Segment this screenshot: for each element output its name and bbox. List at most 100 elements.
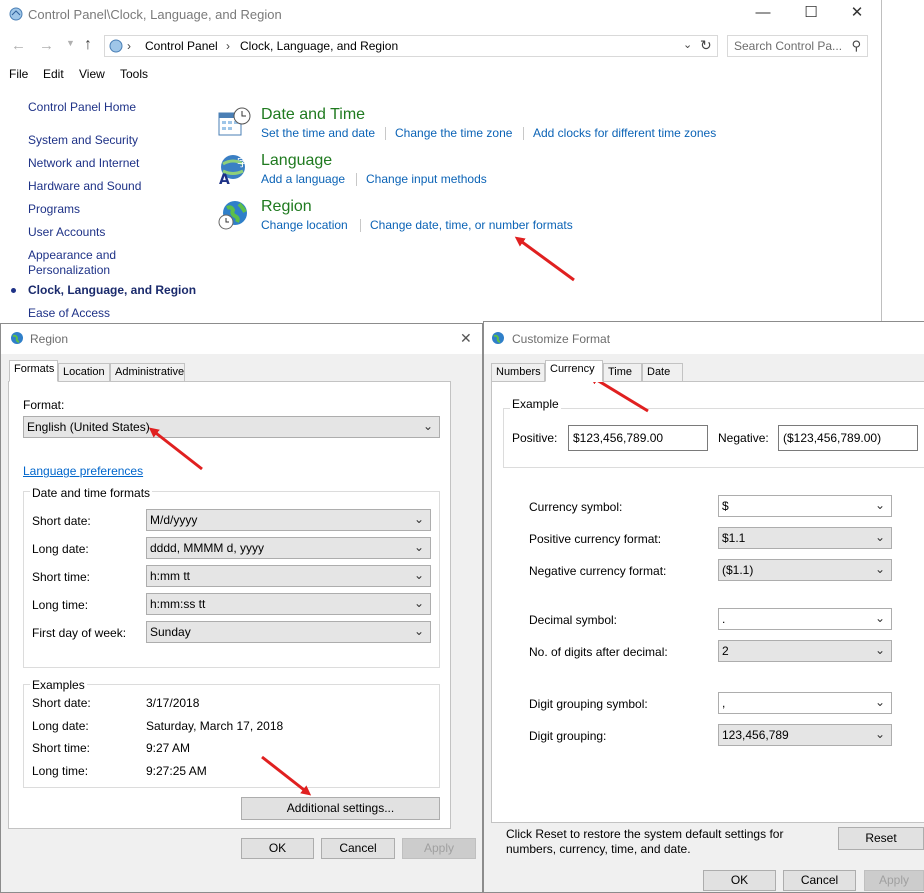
tab-time[interactable]: Time xyxy=(603,363,642,382)
sidebar-item-network[interactable]: Network and Internet xyxy=(28,156,139,170)
sidebar-item-system-security[interactable]: System and Security xyxy=(28,133,138,147)
link-add-clocks[interactable]: Add clocks for different time zones xyxy=(533,126,716,140)
control-panel-icon xyxy=(9,7,23,24)
customize-apply-button: Apply xyxy=(864,870,924,891)
tab-numbers-label: Numbers xyxy=(496,366,541,378)
sidebar-item-programs[interactable]: Programs xyxy=(28,202,80,216)
forward-arrow-icon[interactable]: → xyxy=(39,37,54,54)
region-titlebar xyxy=(1,324,482,354)
region-apply-button: Apply xyxy=(402,838,476,859)
example-row-label: Long date: xyxy=(32,719,89,733)
tab-administrative[interactable]: Administrative xyxy=(110,363,185,382)
link-change-formats[interactable]: Change date, time, or number formats xyxy=(370,218,573,232)
currency-setting-value: . xyxy=(722,612,726,626)
up-arrow-icon[interactable]: ↑ xyxy=(84,36,92,54)
tab-location[interactable]: Location xyxy=(58,363,110,382)
sidebar-item-clock-language-region[interactable]: Clock, Language, and Region xyxy=(28,283,196,297)
datetime-format-value: M/d/yyyy xyxy=(150,513,198,527)
currency-setting-select[interactable]: 123,456,789 ⌄ xyxy=(718,724,892,746)
tab-formats[interactable]: Formats xyxy=(9,360,58,382)
menu-view[interactable]: View xyxy=(79,67,105,81)
sidebar-item-user-accounts[interactable]: User Accounts xyxy=(28,225,105,239)
customize-title-icon xyxy=(491,331,505,348)
tab-formats-label: Formats xyxy=(14,363,55,375)
svg-text:A: A xyxy=(219,172,230,186)
search-icon[interactable]: ⚲ xyxy=(851,38,861,54)
customize-ok-button[interactable]: OK xyxy=(703,870,776,891)
datetime-format-select[interactable]: h:mm:ss tt ⌄ xyxy=(146,593,431,615)
chevron-down-icon: ⌄ xyxy=(413,540,424,554)
currency-setting-select[interactable]: 2 ⌄ xyxy=(718,640,892,662)
currency-setting-value: $1.1 xyxy=(722,531,746,545)
link-add-language[interactable]: Add a language xyxy=(261,172,345,186)
negative-label: Negative: xyxy=(718,431,769,445)
sidebar-item-personalization[interactable]: Personalization xyxy=(28,263,110,277)
link-change-location[interactable]: Change location xyxy=(261,218,348,232)
search-input[interactable]: Search Control Pa... ⚲ xyxy=(727,35,868,57)
tab-currency[interactable]: Currency xyxy=(545,360,603,382)
positive-label: Positive: xyxy=(512,431,558,445)
link-change-input-methods[interactable]: Change input methods xyxy=(366,172,487,186)
address-dropdown-icon[interactable]: ⌄ xyxy=(683,38,692,51)
currency-setting-select[interactable]: $ ⌄ xyxy=(718,495,892,517)
link-change-time-zone[interactable]: Change the time zone xyxy=(395,126,512,140)
recent-chevron-icon[interactable]: ▼ xyxy=(66,38,75,48)
currency-row-label: No. of digits after decimal: xyxy=(529,645,668,659)
currency-row-label: Currency symbol: xyxy=(529,500,623,514)
region-ok-button[interactable]: OK xyxy=(241,838,314,859)
additional-settings-button[interactable]: Additional settings... xyxy=(241,797,440,820)
tab-date[interactable]: Date xyxy=(642,363,683,382)
datetime-row-label: Short time: xyxy=(32,570,91,584)
negative-example-field: ($123,456,789.00) xyxy=(778,425,918,451)
datetime-format-select[interactable]: Sunday ⌄ xyxy=(146,621,431,643)
address-bar[interactable]: › Control Panel › Clock, Language, and R… xyxy=(104,35,718,57)
currency-setting-value: ($1.1) xyxy=(722,563,754,577)
category-title-region[interactable]: Region xyxy=(261,198,312,216)
tab-numbers[interactable]: Numbers xyxy=(491,363,545,382)
back-arrow-icon[interactable]: ← xyxy=(11,37,26,54)
currency-row-label: Digit grouping symbol: xyxy=(529,697,648,711)
link-separator xyxy=(385,127,386,140)
breadcrumb-control-panel[interactable]: Control Panel xyxy=(145,39,218,53)
currency-setting-select[interactable]: . ⌄ xyxy=(718,608,892,630)
close-icon[interactable]: ✕ xyxy=(834,3,880,21)
address-cp-icon xyxy=(109,39,123,56)
region-dialog: Region ✕ Formats Location Administrative… xyxy=(0,323,483,893)
sidebar-item-ease-of-access[interactable]: Ease of Access xyxy=(28,306,110,320)
currency-setting-select[interactable]: , ⌄ xyxy=(718,692,892,714)
currency-setting-select[interactable]: $1.1 ⌄ xyxy=(718,527,892,549)
sidebar-item-appearance[interactable]: Appearance and xyxy=(28,248,116,262)
breadcrumb-clock-language-region[interactable]: Clock, Language, and Region xyxy=(240,39,398,53)
menu-edit[interactable]: Edit xyxy=(43,67,64,81)
region-globe-icon xyxy=(217,198,251,235)
datetime-format-select[interactable]: dddd, MMMM d, yyyy ⌄ xyxy=(146,537,431,559)
svg-text:字: 字 xyxy=(237,155,248,169)
customize-cancel-button[interactable]: Cancel xyxy=(783,870,856,891)
region-title-icon xyxy=(10,331,24,348)
maximize-icon[interactable]: ☐ xyxy=(788,3,834,21)
refresh-icon[interactable]: ↻ xyxy=(700,37,712,54)
reset-button[interactable]: Reset xyxy=(838,827,924,850)
region-cancel-button[interactable]: Cancel xyxy=(321,838,395,859)
reset-note-line2: numbers, currency, time, and date. xyxy=(506,842,691,856)
format-select[interactable]: English (United States) ⌄ xyxy=(23,416,440,438)
category-title-language[interactable]: Language xyxy=(261,152,332,170)
customize-dialog-title: Customize Format xyxy=(512,332,611,346)
datetime-format-select[interactable]: M/d/yyyy ⌄ xyxy=(146,509,431,531)
minimize-icon[interactable]: — xyxy=(740,4,786,21)
language-preferences-link[interactable]: Language preferences xyxy=(23,464,143,478)
currency-setting-select[interactable]: ($1.1) ⌄ xyxy=(718,559,892,581)
link-set-time-date[interactable]: Set the time and date xyxy=(261,126,375,140)
positive-example-field: $123,456,789.00 xyxy=(568,425,708,451)
sidebar-item-home[interactable]: Control Panel Home xyxy=(28,100,136,114)
datetime-format-value: h:mm tt xyxy=(150,569,191,583)
sidebar-item-hardware[interactable]: Hardware and Sound xyxy=(28,179,141,193)
tab-administrative-label: Administrative xyxy=(115,366,185,378)
category-title-date-time[interactable]: Date and Time xyxy=(261,106,365,124)
chevron-down-icon: ⌄ xyxy=(874,530,885,544)
example-row-label: Short time: xyxy=(32,741,91,755)
datetime-format-select[interactable]: h:mm tt ⌄ xyxy=(146,565,431,587)
region-close-icon[interactable]: ✕ xyxy=(460,330,472,347)
menu-tools[interactable]: Tools xyxy=(120,67,148,81)
menu-file[interactable]: File xyxy=(9,67,28,81)
